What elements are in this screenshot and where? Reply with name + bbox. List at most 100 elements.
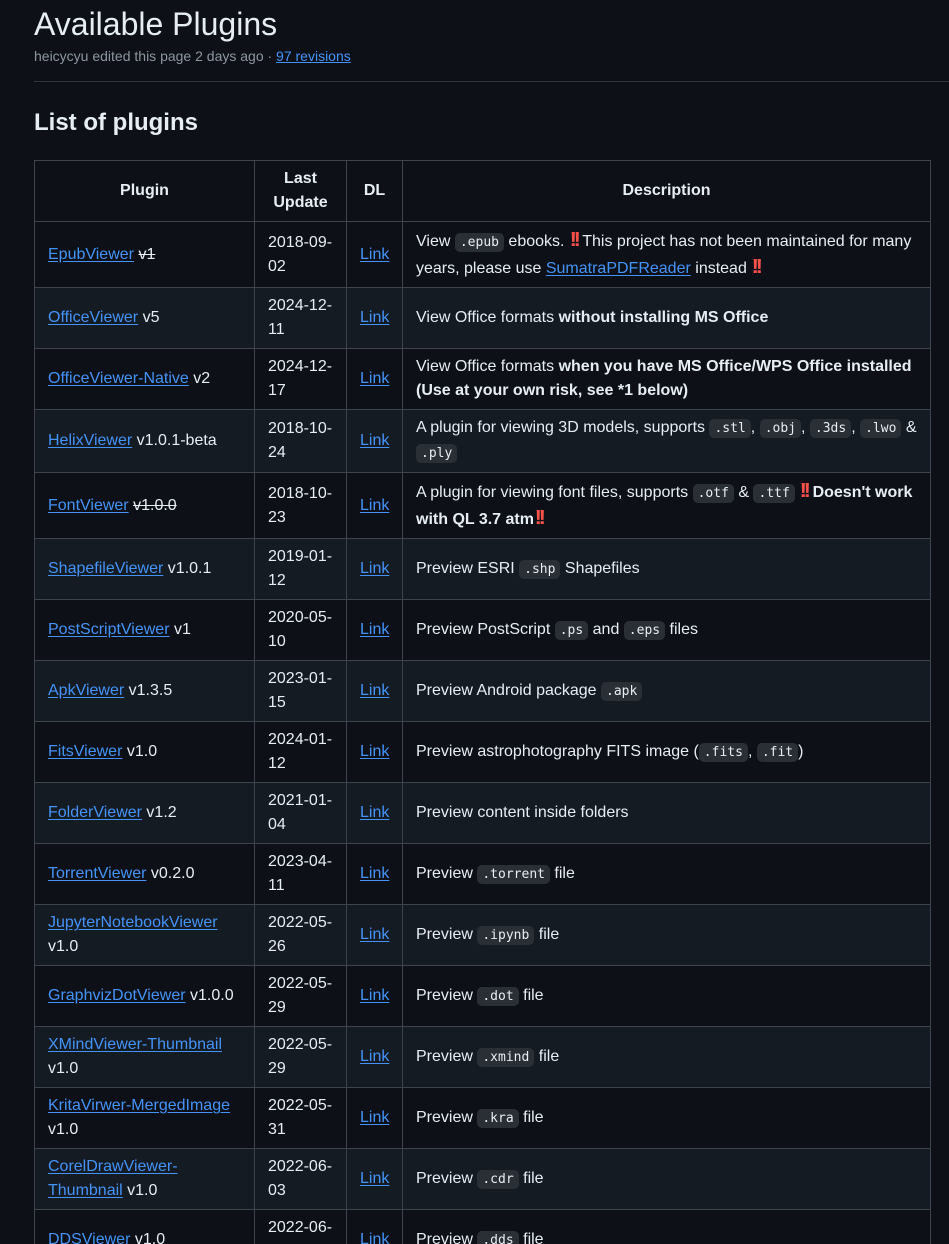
description-cell: Preview .cdr file — [402, 1148, 931, 1210]
plugin-link[interactable]: XMindViewer-Thumbnail — [48, 1036, 222, 1053]
file-extension-code: .kra — [477, 1108, 519, 1128]
date-line2: 10 — [268, 633, 286, 650]
plugin-link[interactable]: ShapefileViewer — [48, 560, 163, 577]
download-link[interactable]: Link — [360, 682, 389, 699]
description-cell: Preview .xmind file — [402, 1026, 931, 1088]
description-cell: A plugin for viewing font files, support… — [402, 472, 931, 539]
plugin-version: v1.0 — [134, 1231, 166, 1244]
dl-cell: Link — [346, 782, 403, 844]
download-link[interactable]: Link — [360, 1231, 389, 1244]
download-link[interactable]: Link — [360, 926, 389, 943]
date-line2: 24 — [268, 444, 286, 461]
date-line1: 2022-05- — [268, 1036, 333, 1053]
description-text — [795, 484, 799, 501]
date-line2: 11 — [268, 321, 285, 338]
date-cell: 2018-10- 23 — [254, 472, 347, 539]
file-extension-code: .apk — [601, 681, 643, 701]
download-link[interactable]: Link — [360, 743, 389, 760]
download-link[interactable]: Link — [360, 370, 389, 387]
download-link[interactable]: Link — [360, 1170, 389, 1187]
download-link[interactable]: Link — [360, 309, 389, 326]
plugin-version: v1.0 — [48, 938, 79, 955]
description-text: and — [588, 620, 624, 638]
plugin-link[interactable]: GraphvizDotViewer — [48, 987, 186, 1004]
plugin-link[interactable]: OfficeViewer — [48, 309, 138, 326]
dl-cell: Link — [346, 1026, 403, 1088]
dl-cell: Link — [346, 965, 403, 1027]
description-text: Preview — [416, 1230, 478, 1244]
description-text: Preview — [416, 986, 478, 1004]
plugin-link[interactable]: EpubViewer — [48, 246, 134, 263]
table-row: KritaVirwer-MergedImage v1.0 2022-05- 31 Li… — [34, 1087, 931, 1149]
plugin-link[interactable]: ApkViewer — [48, 682, 124, 699]
date-line1: 2020-05- — [268, 609, 333, 626]
plugin-link[interactable]: KritaVirwer-MergedImage — [48, 1097, 230, 1114]
description-cell: Preview content inside folders — [402, 782, 931, 844]
plugin-cell: ShapefileViewer v1.0.1 — [34, 538, 255, 600]
date-line2: 31 — [268, 1121, 286, 1138]
plugin-link[interactable]: OfficeViewer-Native — [48, 370, 189, 387]
date-cell: 2022-05- 26 — [254, 904, 347, 966]
description-text: , — [750, 419, 760, 436]
dl-cell: Link — [346, 221, 403, 288]
plugin-link[interactable]: JupyterNotebookViewer — [48, 914, 218, 931]
table-row: ApkViewer v1.3.5 2023-01- 15 Link Preview An… — [34, 660, 931, 722]
plugin-link[interactable]: TorrentViewer — [48, 865, 146, 882]
description-text: instead — [690, 260, 752, 277]
date-line2: 29 — [268, 1060, 286, 1077]
plugin-version: v1.0.0 — [133, 496, 177, 514]
description-text: file — [534, 925, 560, 943]
date-line2: 29 — [268, 999, 286, 1016]
download-link[interactable]: Link — [360, 560, 389, 577]
file-extension-code: .epub — [454, 233, 504, 252]
double-exclamation-icon: !! — [569, 229, 582, 251]
file-extension-code: .dds — [477, 1230, 519, 1244]
file-extension-code: .torrent — [477, 864, 550, 884]
dl-cell: Link — [346, 1148, 403, 1210]
section-heading: List of plugins — [34, 109, 198, 136]
plugin-link[interactable]: HelixViewer — [48, 432, 132, 449]
date-cell: 2018-10- 24 — [254, 409, 347, 473]
dl-cell: Link — [346, 843, 403, 905]
table-row: OfficeViewer-Native v2 2024-12- 17 Link View… — [34, 348, 931, 410]
plugin-link[interactable]: FitsViewer — [48, 743, 122, 760]
date-line1: 2022-06- — [268, 1219, 333, 1236]
file-extension-code: .stl — [709, 419, 751, 438]
description-text: Preview ESRI — [416, 559, 520, 577]
dl-cell: Link — [346, 472, 403, 539]
download-link[interactable]: Link — [360, 497, 389, 514]
date-line1: 2022-05- — [268, 975, 333, 992]
download-link[interactable]: Link — [360, 804, 389, 821]
table-row: XMindViewer-Thumbnail v1.0 2022-05- 29 Link… — [34, 1026, 931, 1088]
page-meta: heicycyu edited this page 2 days ago · 9… — [34, 46, 351, 66]
dl-cell: Link — [346, 599, 403, 661]
plugin-link[interactable]: FontViewer — [48, 497, 129, 514]
plugin-version: v1.0 — [127, 1182, 158, 1199]
download-link[interactable]: Link — [360, 246, 389, 263]
download-link[interactable]: Link — [360, 987, 389, 1004]
plugin-link[interactable]: FolderViewer — [48, 804, 142, 821]
plugin-link[interactable]: CorelDrawViewer-Thumbnail — [48, 1158, 178, 1199]
double-exclamation-icon: !! — [799, 480, 812, 502]
plugin-link[interactable]: PostScriptViewer — [48, 621, 170, 638]
revisions-link[interactable]: 97 revisions — [276, 48, 351, 64]
download-link[interactable]: Link — [360, 865, 389, 882]
inline-link[interactable]: SumatraPDFReader — [546, 260, 691, 277]
download-link[interactable]: Link — [360, 1109, 389, 1126]
table-row: FitsViewer v1.0 2024-01- 12 Link Preview ast… — [34, 721, 931, 783]
file-extension-code: .shp — [519, 559, 561, 579]
file-extension-code: .ttf — [753, 484, 795, 503]
download-link[interactable]: Link — [360, 621, 389, 638]
description-text: Preview content inside folders — [416, 804, 629, 821]
file-extension-code: .dot — [477, 986, 519, 1006]
download-link[interactable]: Link — [360, 432, 389, 449]
dl-cell: Link — [346, 287, 403, 349]
description-text: Preview Android package — [416, 681, 601, 699]
description-text: Preview — [416, 1047, 478, 1065]
plugin-cell: JupyterNotebookViewer v1.0 — [34, 904, 255, 966]
date-cell: 2023-01- 15 — [254, 660, 347, 722]
download-link[interactable]: Link — [360, 1048, 389, 1065]
plugin-link[interactable]: DDSViewer — [48, 1231, 130, 1244]
date-line1: 2024-12- — [268, 297, 333, 314]
file-extension-code: .3ds — [809, 419, 852, 438]
